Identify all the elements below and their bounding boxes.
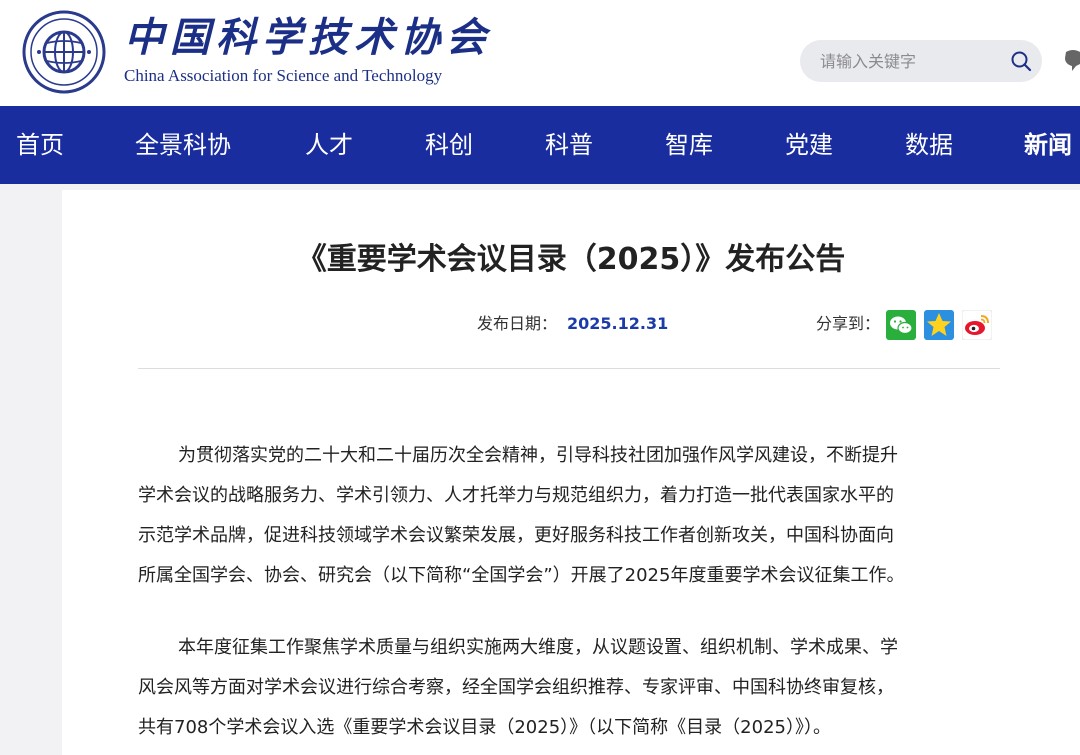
logo-chinese-name[interactable]: 中国科学技术协会 bbox=[124, 14, 492, 62]
paragraph-line: 风会风等方面对学术会议进行综合考察，经全国学会组织推荐、专家评审、中国科协终审复… bbox=[138, 677, 894, 698]
search-input[interactable] bbox=[820, 40, 1000, 82]
nav-item-popular-science[interactable]: 科普 bbox=[545, 106, 593, 184]
site-header: 中国科学技术协会 China Association for Science a… bbox=[0, 0, 1080, 106]
nav-item-overview[interactable]: 全景科协 bbox=[135, 106, 231, 184]
paragraph-line: 学术会议的战略服务力、学术引领力、人才托举力与规范组织力，着力打造一批代表国家水… bbox=[138, 485, 894, 506]
publish-date-label: 发布日期： bbox=[477, 314, 558, 333]
nav-item-talent[interactable]: 人才 bbox=[305, 106, 353, 184]
nav-item-think-tank[interactable]: 智库 bbox=[665, 106, 713, 184]
article-title: 《重要学术会议目录（2025）》发布公告 bbox=[296, 242, 846, 277]
article-paragraph-1: 为贯彻落实党的二十大和二十届历次全会精神，引导科技社团加强作风学风建设，不断提升… bbox=[138, 436, 1000, 596]
weibo-icon[interactable] bbox=[962, 310, 992, 340]
paragraph-line: 为贯彻落实党的二十大和二十届历次全会精神，引导科技社团加强作风学风建设，不断提升 bbox=[178, 445, 898, 466]
publish-date-value: 2025.12.31 bbox=[567, 314, 669, 333]
nav-item-data[interactable]: 数据 bbox=[905, 106, 953, 184]
logo-english-name[interactable]: China Association for Science and Techno… bbox=[124, 66, 442, 86]
search-box bbox=[800, 40, 1042, 82]
search-icon[interactable] bbox=[1010, 50, 1032, 72]
paragraph-line: 所属全国学会、协会、研究会（以下简称“全国学会”）开展了2025年度重要学术会议… bbox=[138, 565, 905, 586]
cast-emblem-icon[interactable] bbox=[22, 10, 106, 94]
paragraph-line: 本年度征集工作聚焦学术质量与组织实施两大维度，从议题设置、组织机制、学术成果、学 bbox=[178, 637, 898, 658]
qzone-icon[interactable] bbox=[924, 310, 954, 340]
main-nav: 首页 全景科协 人才 科创 科普 智库 党建 数据 新闻 bbox=[0, 106, 1080, 184]
paragraph-line: 示范学术品牌，促进科技领域学术会议繁荣发展，更好服务科技工作者创新攻关，中国科协… bbox=[138, 525, 894, 546]
nav-item-innovation[interactable]: 科创 bbox=[425, 106, 473, 184]
wechat-icon[interactable] bbox=[886, 310, 916, 340]
share-label: 分享到： bbox=[816, 314, 881, 333]
nav-item-party[interactable]: 党建 bbox=[785, 106, 833, 184]
nav-item-home[interactable]: 首页 bbox=[16, 106, 64, 184]
article-card: 《重要学术会议目录（2025）》发布公告 发布日期： 2025.12.31 分享… bbox=[62, 190, 1080, 755]
article-paragraph-2: 本年度征集工作聚焦学术质量与组织实施两大维度，从议题设置、组织机制、学术成果、学… bbox=[138, 628, 1000, 748]
header-divider bbox=[138, 368, 1000, 369]
paragraph-line: 共有708个学术会议入选《重要学术会议目录（2025）》（以下简称《目录（202… bbox=[138, 717, 831, 738]
chat-bubble-icon[interactable] bbox=[1062, 48, 1080, 72]
nav-item-news[interactable]: 新闻 bbox=[1024, 106, 1072, 184]
